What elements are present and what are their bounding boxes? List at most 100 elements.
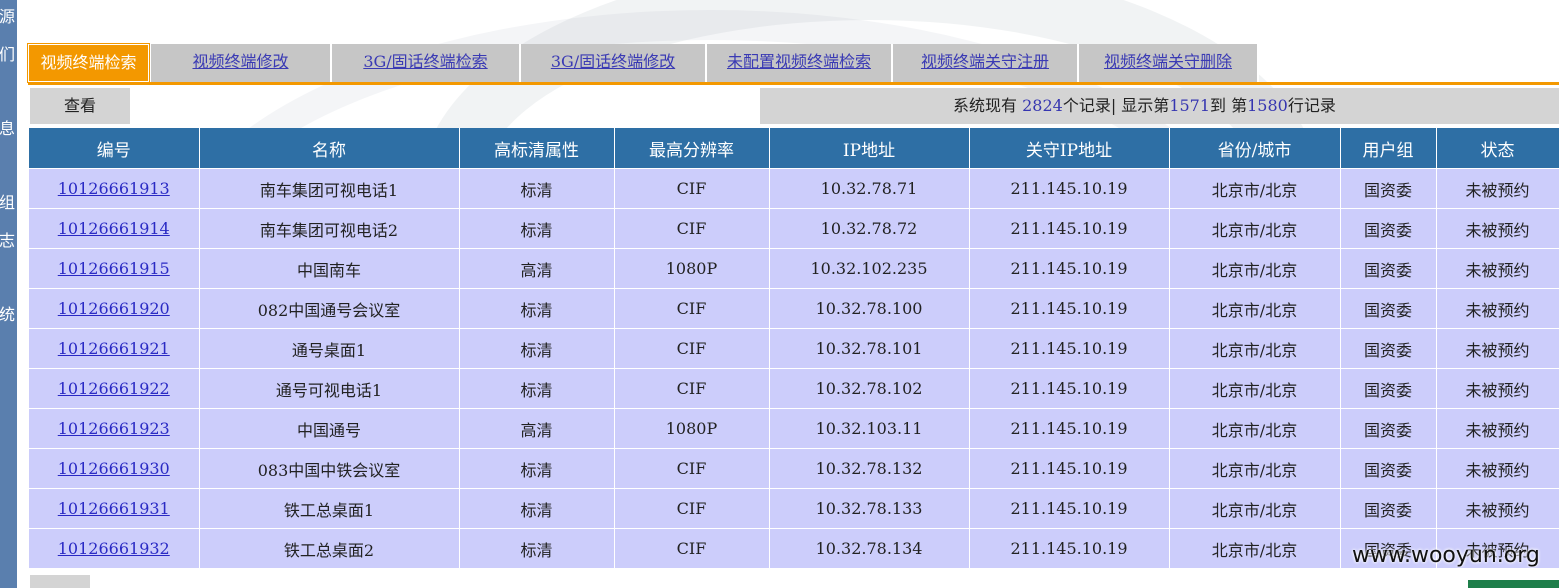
cell-quality: 标清	[459, 288, 615, 329]
terminal-id-link[interactable]: 10126661923	[58, 419, 170, 438]
cell-quality: 标清	[459, 168, 615, 209]
cell-quality: 标清	[459, 528, 615, 568]
cell-status: 未被预约	[1436, 208, 1559, 249]
cell-name: 082中国通号会议室	[199, 288, 460, 329]
bottom-button[interactable]	[30, 575, 90, 588]
cell-region: 北京市/北京	[1169, 528, 1341, 568]
table-row: 10126661914 南车集团可视电话2 标清 CIF 10.32.78.72 211.…	[29, 208, 1559, 249]
cell-ip: 10.32.103.11	[769, 408, 970, 449]
terminal-id-link[interactable]: 10126661920	[58, 299, 170, 318]
terminal-id-link[interactable]: 10126661922	[58, 379, 170, 398]
record-count-info: 系统现有 2824个记录| 显示第1571到 第1580行记录	[760, 88, 1559, 124]
col-header-resolution: 最高分辨率	[614, 128, 770, 169]
bottom-right-button[interactable]	[1468, 580, 1559, 588]
cell-status: 未被预约	[1436, 488, 1559, 529]
terminal-id-link[interactable]: 10126661913	[58, 179, 170, 198]
col-header-id: 编号	[29, 128, 200, 169]
sidebar-char[interactable]: 志	[0, 232, 15, 250]
cell-region: 北京市/北京	[1169, 248, 1341, 289]
table-row: 10126661915 中国南车 高清 1080P 10.32.102.235 211.1…	[29, 248, 1559, 289]
info-middle: 个记录| 显示第	[1062, 96, 1170, 115]
terminal-table: 编号 名称 高标清属性 最高分辨率 IP地址 关守IP地址 省份/城市 用户组 …	[29, 128, 1559, 568]
cell-ip: 10.32.78.133	[769, 488, 970, 529]
cell-group: 国资委	[1340, 328, 1437, 369]
cell-quality: 标清	[459, 488, 615, 529]
sidebar-char[interactable]: 息	[0, 120, 15, 138]
cell-quality: 标清	[459, 208, 615, 249]
cell-quality: 高清	[459, 248, 615, 289]
cell-status: 未被预约	[1436, 448, 1559, 489]
cell-resolution: CIF	[614, 528, 770, 568]
terminal-id-link[interactable]: 10126661930	[58, 459, 170, 478]
total-count: 2824	[1022, 96, 1063, 115]
tab-underline	[28, 82, 1559, 85]
cell-group: 国资委	[1340, 288, 1437, 329]
cell-ip: 10.32.78.100	[769, 288, 970, 329]
cell-id: 10126661915	[29, 248, 200, 289]
cell-name: 中国南车	[199, 248, 460, 289]
cell-group: 国资委	[1340, 368, 1437, 409]
sidebar-char[interactable]: 们	[0, 46, 15, 64]
info-prefix: 系统现有	[953, 96, 1018, 115]
cell-gk-ip: 211.145.10.19	[969, 448, 1170, 489]
sidebar-char[interactable]: 组	[0, 194, 15, 212]
range-from: 1571	[1169, 96, 1211, 115]
cell-region: 北京市/北京	[1169, 168, 1341, 209]
cell-ip: 10.32.78.72	[769, 208, 970, 249]
cell-status: 未被预约	[1436, 328, 1559, 369]
cell-resolution: 1080P	[614, 248, 770, 289]
tab-video-terminal-edit[interactable]: 视频终端修改	[151, 44, 332, 82]
cell-status: 未被预约	[1436, 168, 1559, 209]
col-header-name: 名称	[199, 128, 460, 169]
tab-3g-terminal-search[interactable]: 3G/固话终端检索	[332, 44, 521, 82]
cell-group: 国资委	[1340, 168, 1437, 209]
cell-group: 国资委	[1340, 488, 1437, 529]
cell-resolution: CIF	[614, 368, 770, 409]
table-header-row: 编号 名称 高标清属性 最高分辨率 IP地址 关守IP地址 省份/城市 用户组 …	[29, 128, 1559, 169]
cell-id: 10126661930	[29, 448, 200, 489]
cell-group: 国资委	[1340, 208, 1437, 249]
cell-id: 10126661932	[29, 528, 200, 568]
tab-video-terminal-search[interactable]: 视频终端检索	[27, 43, 150, 83]
cell-gk-ip: 211.145.10.19	[969, 248, 1170, 289]
info-to-label: 到 第	[1210, 96, 1248, 115]
cell-resolution: CIF	[614, 488, 770, 529]
cell-region: 北京市/北京	[1169, 288, 1341, 329]
col-header-status: 状态	[1436, 128, 1559, 169]
cell-quality: 高清	[459, 408, 615, 449]
col-header-gk-ip: 关守IP地址	[969, 128, 1170, 169]
sidebar-char[interactable]: 源	[0, 8, 15, 26]
cell-ip: 10.32.78.101	[769, 328, 970, 369]
cell-gk-ip: 211.145.10.19	[969, 288, 1170, 329]
terminal-id-link[interactable]: 10126661932	[58, 539, 170, 558]
terminal-id-link[interactable]: 10126661914	[58, 219, 170, 238]
cell-ip: 10.32.78.102	[769, 368, 970, 409]
tab-gatekeeper-delete[interactable]: 视频终端关守删除	[1079, 44, 1259, 82]
col-header-group: 用户组	[1340, 128, 1437, 169]
terminal-id-link[interactable]: 10126661921	[58, 339, 170, 358]
table-row: 10126661923 中国通号 高清 1080P 10.32.103.11 211.14…	[29, 408, 1559, 449]
cell-resolution: CIF	[614, 328, 770, 369]
table-row: 10126661922 通号可视电话1 标清 CIF 10.32.78.102 211.1…	[29, 368, 1559, 409]
cell-status: 未被预约	[1436, 368, 1559, 409]
cell-quality: 标清	[459, 368, 615, 409]
sidebar-char[interactable]: 统	[0, 306, 15, 324]
cell-group: 国资委	[1340, 248, 1437, 289]
col-header-ip: IP地址	[769, 128, 970, 169]
tab-gatekeeper-register[interactable]: 视频终端关守注册	[893, 44, 1079, 82]
view-button[interactable]: 查看	[30, 88, 130, 124]
cell-name: 通号可视电话1	[199, 368, 460, 409]
cell-id: 10126661920	[29, 288, 200, 329]
cell-gk-ip: 211.145.10.19	[969, 208, 1170, 249]
cell-group: 国资委	[1340, 408, 1437, 449]
cell-id: 10126661922	[29, 368, 200, 409]
cell-name: 南车集团可视电话2	[199, 208, 460, 249]
tab-3g-terminal-edit[interactable]: 3G/固话终端修改	[521, 44, 707, 82]
table-row: 10126661921 通号桌面1 标清 CIF 10.32.78.101 211.145…	[29, 328, 1559, 369]
terminal-id-link[interactable]: 10126661931	[58, 499, 170, 518]
table-row: 10126661913 南车集团可视电话1 标清 CIF 10.32.78.71 211.…	[29, 168, 1559, 209]
terminal-id-link[interactable]: 10126661915	[58, 259, 170, 278]
tab-unconfigured-terminal-search[interactable]: 未配置视频终端检索	[707, 44, 893, 82]
cell-gk-ip: 211.145.10.19	[969, 368, 1170, 409]
cell-status: 未被预约	[1436, 288, 1559, 329]
